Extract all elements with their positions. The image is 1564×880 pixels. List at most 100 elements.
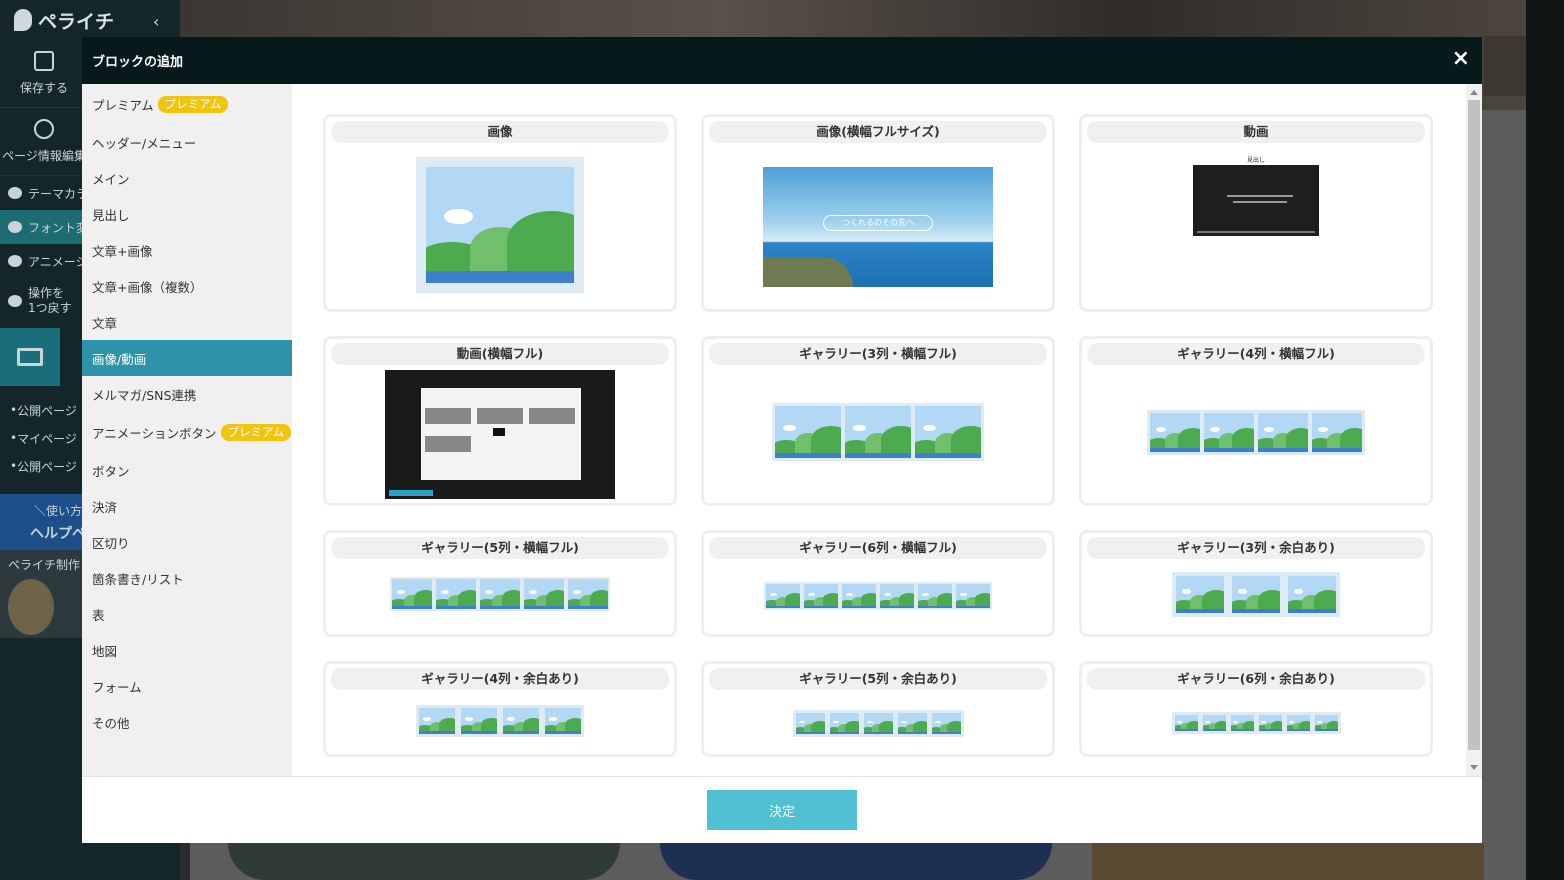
promo-title: ペライチ制作: [8, 558, 81, 572]
modal-header: ブロックの追加 ×: [82, 37, 1482, 84]
scroll-down-arrow-icon[interactable]: [1470, 765, 1478, 770]
image-placeholder-icon: [880, 584, 914, 608]
undo-button[interactable]: 操作を 1つ戻す: [0, 278, 88, 324]
undo-label-line2: 1つ戻す: [28, 301, 72, 315]
category-label: 区切り: [92, 535, 130, 551]
block-thumbnail: [326, 705, 674, 737]
block-card[interactable]: 画像(横幅フルサイズ) つくれるのその先へ: [701, 114, 1055, 312]
scroll-up-arrow-icon[interactable]: [1470, 90, 1478, 95]
category-item[interactable]: アニメーションボタン プレミアム: [82, 412, 292, 452]
image-placeholder-icon: [1174, 715, 1198, 731]
category-item[interactable]: 文章: [82, 304, 292, 340]
image-placeholder-icon: [931, 713, 961, 734]
logo-pin-icon: [14, 9, 32, 31]
block-card[interactable]: ギャラリー(3列・余白あり): [1079, 530, 1433, 637]
gallery-thumbnail: [1171, 712, 1341, 734]
block-card[interactable]: ギャラリー(5列・横幅フル): [323, 530, 677, 637]
mypage-link[interactable]: • マイページ: [0, 424, 88, 452]
block-card-title: ギャラリー(3列・横幅フル): [709, 343, 1047, 365]
canvas-photo-round-1: [228, 843, 620, 880]
category-label: その他: [92, 715, 130, 731]
image-placeholder-icon: [766, 584, 800, 608]
modal-body: プレミアム プレミアム ヘッダー/メニュー メイン 見出し文章+画像文章+画像（複数） 文…: [82, 84, 1482, 776]
animation-button[interactable]: アニメーション: [0, 244, 88, 278]
promo-banner[interactable]: ペライチ制作: [0, 550, 88, 638]
palette-icon: [8, 187, 22, 199]
block-card-title: ギャラリー(6列・横幅フル): [709, 537, 1047, 559]
photo-caption: つくれるのその先へ: [823, 215, 933, 231]
image-placeholder-icon: [1232, 576, 1280, 613]
monitor-icon: [17, 348, 43, 366]
canvas-photo-right: [1484, 36, 1526, 96]
image-placeholder-icon: [1314, 715, 1338, 731]
block-card[interactable]: ギャラリー(6列・横幅フル): [701, 530, 1055, 637]
scrollbar[interactable]: [1466, 84, 1482, 776]
category-item[interactable]: 文章+画像: [82, 232, 292, 268]
help-banner-line1: ＼使い方: [34, 504, 83, 518]
category-item[interactable]: 見出し: [82, 196, 292, 232]
video-text-line: [1227, 195, 1293, 197]
image-placeholder-icon: [503, 708, 539, 734]
category-item[interactable]: ボタン: [82, 452, 292, 488]
right-panel: [1526, 0, 1564, 880]
category-label: 文章+画像: [92, 243, 153, 259]
collapse-sidebar-icon[interactable]: ‹: [153, 12, 159, 31]
image-placeholder-icon: [1204, 413, 1254, 452]
gallery-thumbnail: [1147, 410, 1365, 455]
block-card-title: ギャラリー(4列・横幅フル): [1087, 343, 1425, 365]
save-button[interactable]: 保存する: [0, 40, 88, 108]
block-card[interactable]: ギャラリー(5列・余白あり): [701, 661, 1055, 757]
block-card-title: ギャラリー(6列・余白あり): [1087, 668, 1425, 690]
image-placeholder-icon: [829, 713, 859, 734]
block-card[interactable]: ギャラリー(3列・横幅フル): [701, 336, 1055, 506]
block-card[interactable]: ギャラリー(4列・余白あり): [323, 661, 677, 757]
theme-color-button[interactable]: テーマカラー: [0, 176, 88, 210]
screenshot-button: [389, 490, 433, 496]
image-placeholder-icon: [545, 708, 581, 734]
block-card[interactable]: 画像: [323, 114, 677, 312]
category-item[interactable]: プレミアム プレミアム: [82, 84, 292, 124]
category-item[interactable]: 地図: [82, 632, 292, 668]
public-page-link-label: 公開ページ: [17, 403, 77, 418]
block-card[interactable]: 動画(横幅フル): [323, 336, 677, 506]
block-thumbnail: [1082, 712, 1430, 734]
add-block-modal: ブロックの追加 × プレミアム プレミアム ヘッダー/メニュー メイン 見出し文章+画像…: [82, 37, 1482, 843]
category-item[interactable]: 画像/動画: [82, 340, 292, 376]
category-label: 決済: [92, 499, 118, 515]
category-item[interactable]: ヘッダー/メニュー: [82, 124, 292, 160]
category-item[interactable]: 箇条書き/リスト: [82, 560, 292, 596]
public-page-link[interactable]: • 公開ページ: [0, 396, 88, 424]
preview-button[interactable]: [0, 328, 60, 386]
category-label: 地図: [92, 643, 118, 659]
page-info-button[interactable]: ページ情報編集: [0, 108, 88, 176]
video-text-line: [1233, 201, 1287, 203]
gallery-thumbnail: [416, 705, 584, 737]
category-label: 文章+画像（複数）: [92, 279, 203, 295]
public-page-link-2[interactable]: • 公開ページ: [0, 452, 88, 480]
category-label: フォーム: [92, 679, 142, 695]
category-item[interactable]: メイン: [82, 160, 292, 196]
category-item[interactable]: 決済: [82, 488, 292, 524]
category-item[interactable]: 区切り: [82, 524, 292, 560]
undo-icon: [8, 295, 22, 307]
category-item[interactable]: その他: [82, 704, 292, 740]
scrollbar-thumb[interactable]: [1468, 100, 1480, 750]
category-item[interactable]: 文章+画像（複数）: [82, 268, 292, 304]
font-button[interactable]: フォント変更: [0, 210, 88, 244]
category-item[interactable]: フォーム: [82, 668, 292, 704]
block-card[interactable]: 動画 見出し: [1079, 114, 1433, 312]
category-label: 表: [92, 607, 105, 623]
page-info-label: ページ情報編集: [2, 149, 86, 163]
category-item[interactable]: 表: [82, 596, 292, 632]
image-placeholder-icon: [795, 713, 825, 734]
font-label: フォント変更: [28, 220, 88, 235]
close-icon[interactable]: ×: [1452, 47, 1470, 71]
image-placeholder-icon: [918, 584, 952, 608]
block-card[interactable]: ギャラリー(6列・余白あり): [1079, 661, 1433, 757]
image-placeholder-icon: [392, 579, 432, 609]
gallery-thumbnail: [792, 710, 964, 737]
help-banner[interactable]: ＼使い方 ヘルプペ: [0, 494, 88, 550]
confirm-button[interactable]: 決定: [707, 790, 857, 830]
block-card[interactable]: ギャラリー(4列・横幅フル): [1079, 336, 1433, 506]
category-item[interactable]: メルマガ/SNS連携: [82, 376, 292, 412]
